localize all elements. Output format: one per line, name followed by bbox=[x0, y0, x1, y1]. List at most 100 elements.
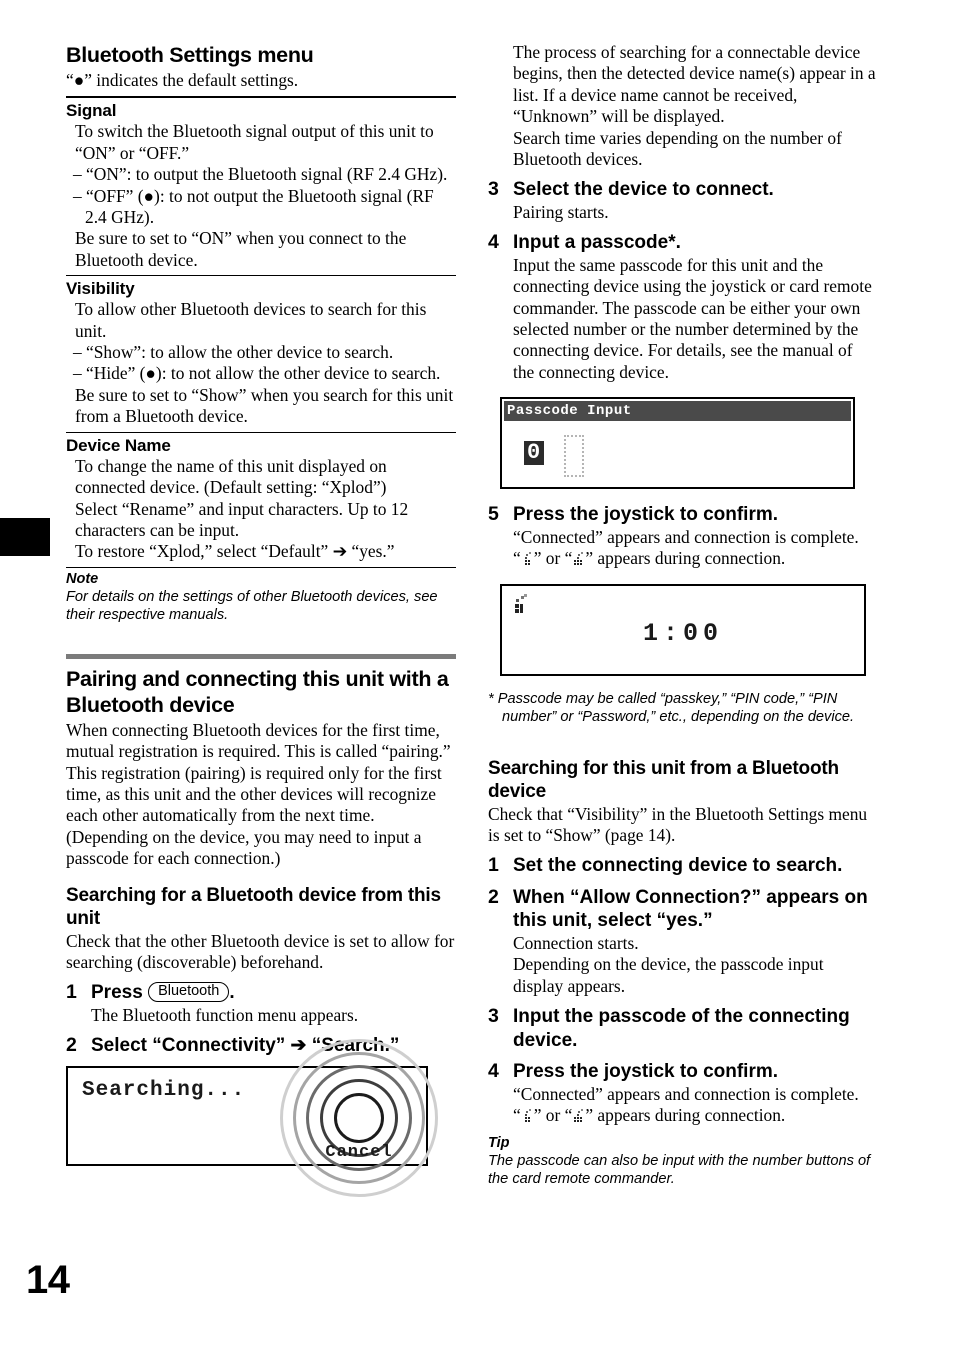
step-3: 3 Input the passcode of the connecting d… bbox=[488, 1005, 878, 1052]
bt-phone-icon bbox=[521, 1109, 534, 1124]
section-heading-pairing: Pairing and connecting this unit with a … bbox=[66, 666, 449, 717]
step-1: 1 Set the connecting device to search. bbox=[488, 854, 878, 878]
lcd-display-clock: 1:00 bbox=[500, 583, 866, 676]
quote-open: “ bbox=[513, 1105, 521, 1126]
step-4-body-1: “Connected” appears and connection is co… bbox=[513, 1083, 859, 1104]
searching-unit-body: Check that “Visibility” in the Bluetooth… bbox=[488, 803, 868, 845]
visibility-notice: Be sure to set to “Show” when you search… bbox=[75, 384, 454, 427]
bt-device-icon bbox=[572, 1109, 585, 1124]
signal-notice: Be sure to set to “ON” when you connect … bbox=[75, 228, 407, 270]
setting-heading-visibility: Visibility bbox=[66, 279, 135, 299]
lcd-cancel-label[interactable]: Cancel bbox=[325, 1143, 392, 1162]
quote-mid: ” or “ bbox=[533, 548, 573, 569]
footnote-passcode: * Passcode may be called “passkey,” “PIN… bbox=[488, 690, 855, 726]
lcd-titlebar: Passcode Input bbox=[504, 401, 851, 422]
page-title: Bluetooth Settings menu bbox=[66, 43, 314, 67]
ripple-ring bbox=[334, 1092, 384, 1143]
visibility-option-show: – “Show”: to allow the other device to s… bbox=[73, 342, 394, 363]
step-1: 1 Press Bluetooth. bbox=[66, 981, 456, 1005]
quote-close: ” appears during connection. bbox=[585, 1105, 786, 1126]
search-time-desc: Search time varies depending on the numb… bbox=[513, 127, 842, 170]
bt-phone-icon bbox=[514, 593, 532, 620]
step-title: Press the joystick to confirm. bbox=[513, 1061, 779, 1083]
manual-page: 14 Bluetooth Settings menu “●” indicates… bbox=[0, 0, 954, 1352]
step-number: 3 bbox=[488, 178, 499, 201]
device-name-desc: To change the name of this unit displaye… bbox=[75, 455, 387, 498]
step-number: 3 bbox=[488, 1005, 499, 1028]
search-process-desc: The process of searching for a connectab… bbox=[513, 42, 876, 127]
lcd-status-text: Searching... bbox=[82, 1078, 246, 1102]
step-number: 4 bbox=[488, 1060, 499, 1083]
device-name-rename: Select “Rename” and input characters. Up… bbox=[75, 498, 409, 540]
tip-body: The passcode can also be input with the … bbox=[488, 1153, 871, 1188]
step-title: Input the passcode of the connecting dev… bbox=[513, 1006, 850, 1051]
bt-device-icon bbox=[572, 552, 585, 567]
divider bbox=[66, 275, 456, 277]
setting-heading-signal: Signal bbox=[66, 101, 117, 121]
signal-option-on: – “ON”: to output the Bluetooth signal (… bbox=[73, 164, 448, 185]
signal-desc: To switch the Bluetooth signal output of… bbox=[75, 121, 434, 163]
step-number: 2 bbox=[488, 885, 499, 908]
step-4: 4 Input a passcode*. bbox=[488, 231, 878, 255]
step-4-body: Input the same passcode for this unit an… bbox=[513, 254, 872, 382]
lcd-cursor bbox=[564, 435, 584, 478]
step-title: Input a passcode*. bbox=[513, 232, 681, 254]
searching-device-body: Check that the other Bluetooth device is… bbox=[66, 930, 455, 972]
page-edge-tab-marker bbox=[0, 518, 50, 556]
step-number: 1 bbox=[66, 981, 77, 1004]
step-4-body-2: “ ” or “ ” appears during connection. bbox=[488, 1105, 878, 1126]
pairing-body: When connecting Bluetooth devices for th… bbox=[66, 719, 451, 869]
step-2-body: Connection starts. Depending on the devi… bbox=[513, 932, 824, 996]
bluetooth-search-ripple-icon: Cancel bbox=[280, 1038, 438, 1197]
left-column: Bluetooth Settings menu “●” indicates th… bbox=[66, 42, 456, 1197]
step-title-suffix: . bbox=[229, 982, 235, 1004]
bluetooth-key-button[interactable]: Bluetooth bbox=[148, 982, 230, 1003]
divider bbox=[66, 431, 456, 433]
lcd-clock-time: 1:00 bbox=[642, 618, 724, 648]
quote-mid: ” or “ bbox=[533, 1105, 573, 1126]
step-number: 4 bbox=[488, 231, 499, 254]
divider bbox=[66, 566, 456, 568]
step-title: When “Allow Connection?” appears on this… bbox=[513, 886, 868, 932]
step-5-body-1: “Connected” appears and connection is co… bbox=[513, 526, 859, 547]
right-column: The process of searching for a connectab… bbox=[488, 42, 878, 1188]
step-title: Press the joystick to confirm. bbox=[513, 504, 779, 526]
step-2: 2 When “Allow Connection?” appears on th… bbox=[488, 886, 878, 933]
note-heading: Note bbox=[66, 570, 99, 587]
page-number: 14 bbox=[26, 1258, 70, 1302]
step-title: Select the device to connect. bbox=[513, 179, 774, 201]
quote-close: ” appears during connection. bbox=[585, 548, 786, 569]
bt-phone-icon bbox=[521, 552, 534, 567]
visibility-desc: To allow other Bluetooth devices to sear… bbox=[75, 299, 427, 341]
lcd-display-searching: Searching... Cancel bbox=[66, 1038, 438, 1197]
lcd-display-passcode: Passcode Input 0 bbox=[500, 397, 855, 490]
step-title-text: Press bbox=[91, 982, 143, 1004]
lcd-passcode-digit: 0 bbox=[524, 441, 545, 466]
signal-option-off: – “OFF” (●): to not output the Bluetooth… bbox=[73, 185, 434, 228]
step-title: Set the connecting device to search. bbox=[513, 855, 843, 877]
quote-open: “ bbox=[513, 548, 521, 569]
note-body: For details on the settings of other Blu… bbox=[66, 588, 438, 623]
step-5: 5 Press the joystick to confirm. bbox=[488, 503, 878, 527]
step-4: 4 Press the joystick to confirm. bbox=[488, 1060, 878, 1084]
tip-heading: Tip bbox=[488, 1135, 510, 1152]
step-number: 5 bbox=[488, 503, 499, 526]
default-setting-legend: “●” indicates the default settings. bbox=[66, 70, 299, 90]
device-name-restore: To restore “Xplod,” select “Default” ➔ “… bbox=[75, 541, 395, 562]
divider bbox=[66, 96, 456, 99]
